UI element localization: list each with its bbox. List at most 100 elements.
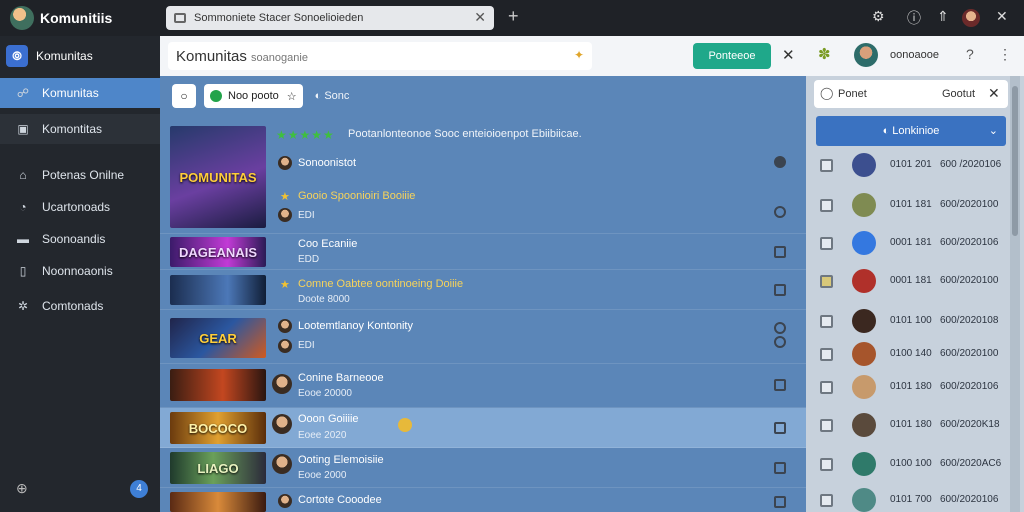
row-radio[interactable] [774, 206, 786, 218]
row-radio[interactable] [774, 156, 786, 168]
primary-button[interactable]: Ponteeoe [693, 43, 771, 69]
panel-row[interactable]: 0101 180 600/2020K18 [806, 406, 1008, 446]
panel-row[interactable]: 0001 181 600/2020100 [806, 262, 1008, 302]
help-icon[interactable]: ⓘ [907, 8, 921, 28]
panel-checkbox[interactable] [820, 494, 833, 507]
close-icon[interactable]: ✕ [988, 85, 1000, 102]
notification-badge[interactable]: 4 [130, 480, 148, 498]
close-icon[interactable]: ✕ [996, 8, 1008, 25]
avatar[interactable] [854, 43, 878, 67]
emoji-icon [398, 418, 412, 432]
row-sub: EDI [298, 340, 315, 351]
panel-checkbox[interactable] [820, 275, 833, 288]
panel-checkbox[interactable] [820, 159, 833, 172]
star-outline-icon[interactable]: ☆ [287, 90, 297, 103]
panel-checkbox[interactable] [820, 419, 833, 432]
table-row[interactable]: GEAR Lootemtlanoy Kontonity EDI [160, 310, 806, 364]
search-input[interactable]: Komunitas soanoganie ✦ [168, 42, 592, 70]
close-icon[interactable]: ✕ [782, 46, 795, 64]
panel-checkbox[interactable] [820, 381, 833, 394]
table-row[interactable]: Cortote Cooodee [160, 488, 806, 512]
sidebar-item-soonoandis[interactable]: ▬ Soonoandis [0, 224, 160, 254]
star-icon[interactable]: ✦ [574, 48, 584, 62]
filter-chip[interactable]: Noo pooto ☆ [204, 84, 303, 108]
sidebar-item-potenas[interactable]: ⌂ Potenas Onilne [0, 160, 160, 190]
more-icon[interactable]: ⋮ [998, 46, 1012, 63]
sidebar-item-label: Noonnoaonis [42, 264, 113, 278]
people-icon: ☍ [16, 86, 30, 100]
table-row-selected[interactable]: BOCOCO Ooon Goiiiie Eoee 2020 [160, 408, 806, 448]
row-checkbox[interactable] [774, 496, 786, 508]
globe-icon[interactable]: ⊕ [16, 480, 28, 497]
sidebar-item-ucartonoads[interactable]: ◔ Ucartonoads [0, 192, 160, 222]
table-row[interactable]: ★ Comne Oabtee oontinoeing Doiiie Doote … [160, 270, 806, 310]
star-icon: ★ [280, 279, 290, 291]
panel-search-input[interactable]: ◯ Ponet Gootut ✕ [814, 80, 1008, 108]
table-row[interactable]: LIAGO Ooting Elemoisiie Eooe 2000 [160, 448, 806, 488]
panel-checkbox[interactable] [820, 348, 833, 361]
row-meta: EDI [298, 210, 315, 221]
tab-close-icon[interactable]: ✕ [474, 9, 486, 26]
folder-icon: ▬ [17, 232, 29, 246]
panel-checkbox[interactable] [820, 199, 833, 212]
title-bar: Komunitiis Sommoniete Stacer Sonoelioied… [0, 0, 1024, 36]
panel-checkbox[interactable] [820, 458, 833, 471]
puzzle-icon[interactable]: ⚙ [872, 8, 885, 25]
avatar [278, 208, 292, 222]
table-row[interactable]: Conine Barneooe Eooe 20000 [160, 364, 806, 408]
game-list: ○ Noo pooto ☆ ◐ Sonc POMUNITAS ★★★★★ Poo… [160, 76, 806, 512]
panel-row-val: 600/2020106 [940, 237, 999, 248]
row-radio[interactable] [774, 336, 786, 348]
upload-icon[interactable]: ⇑ [937, 8, 949, 25]
sidebar-item-komontitas[interactable]: ▣ Komontitas [0, 114, 160, 144]
table-row[interactable]: DAGEANAIS Coo Ecaniie EDD [160, 234, 806, 270]
featured-row[interactable]: POMUNITAS ★★★★★ Pootanlonteonoe Sooc ent… [160, 120, 806, 234]
refresh-button[interactable]: ○ [172, 84, 196, 108]
help-icon[interactable]: ? [966, 46, 974, 62]
filter-bar: ○ Noo pooto ☆ ◐ Sonc [172, 84, 349, 108]
sidebar-item-label: Potenas Onilne [42, 168, 125, 182]
select-label: ◐ Lonkinioe [882, 125, 940, 137]
panel-row-num: 0100 140 [890, 348, 932, 359]
avatar [278, 494, 292, 508]
row-title: Cortote Cooodee [298, 494, 382, 506]
leaf-icon[interactable]: ✽ [818, 45, 831, 63]
panel-row[interactable]: 0101 700 600/2020106 [806, 481, 1008, 512]
avatar [852, 193, 876, 217]
panel-checkbox[interactable] [820, 315, 833, 328]
new-tab-button[interactable]: + [508, 6, 519, 27]
sidebar-item-comtonads[interactable]: ✲ Comtonads [0, 291, 160, 321]
row-checkbox[interactable] [774, 284, 786, 296]
panel-search-right: Gootut [942, 88, 976, 100]
row-title: Ooon Goiiiie [298, 413, 359, 425]
panel-row-num: 0101 700 [890, 494, 932, 505]
avatar [852, 309, 876, 333]
panel-select[interactable]: ◐ Lonkinioe ⌄ [816, 116, 1006, 146]
panel-checkbox[interactable] [820, 237, 833, 250]
featured-thumbnail: POMUNITAS [170, 126, 266, 228]
panel-row[interactable]: 0101 201 600 /2020106 [806, 146, 1008, 186]
browser-tab[interactable]: Sommoniete Stacer Sonoelioieden ✕ [166, 6, 494, 30]
row-title: Ooting Elemoisiie [298, 454, 384, 466]
user-avatar[interactable] [962, 9, 980, 27]
panel-row[interactable]: 0001 181 600/2020106 [806, 224, 1008, 264]
panel-row-val: 600/2020100 [940, 348, 999, 359]
scrollbar-thumb[interactable] [1012, 86, 1018, 236]
sidebar-item-komunitas[interactable]: ☍ Komunitas [0, 78, 160, 108]
panel-row[interactable]: 0101 181 600/2020100 [806, 186, 1008, 226]
sidebar-item-noonnoaonis[interactable]: ▯ Noonnoaonis [0, 256, 160, 286]
app-avatar [10, 6, 34, 30]
row-checkbox[interactable] [774, 462, 786, 474]
panel-row[interactable]: 0100 100 600/2020AC6 [806, 445, 1008, 485]
sidebar-brand[interactable]: ⦾ Komunitas [6, 42, 156, 70]
row-checkbox[interactable] [774, 422, 786, 434]
panel-row[interactable]: 0101 180 600/2020106 [806, 368, 1008, 408]
filter-text[interactable]: ◐ Sonc [315, 90, 350, 102]
row-radio[interactable] [774, 322, 786, 334]
avatar [272, 414, 292, 434]
row-title: Coo Ecaniie [298, 238, 358, 250]
panel-row-val: 600/2020106 [940, 381, 999, 392]
row-checkbox[interactable] [774, 246, 786, 258]
row-checkbox[interactable] [774, 379, 786, 391]
avatar [272, 454, 292, 474]
